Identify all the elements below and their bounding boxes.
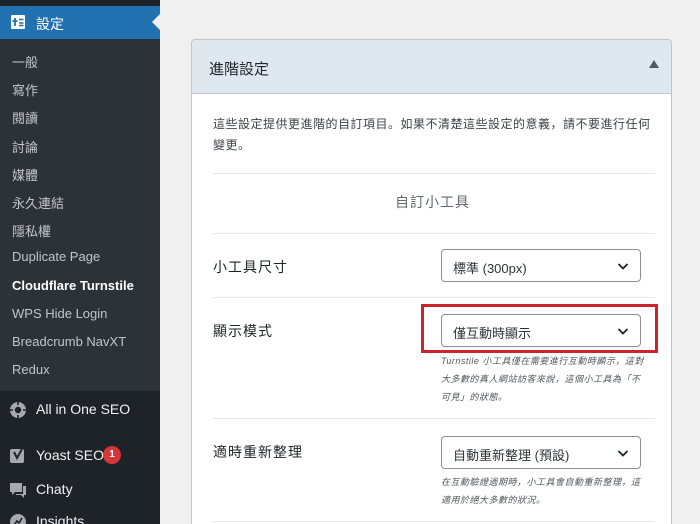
widget-size-select[interactable]: 標準 (300px) (441, 249, 641, 282)
divider (213, 418, 655, 419)
refresh-mode-select[interactable]: 自動重新整理 (預設) (441, 436, 641, 469)
widget-size-label: 小工具尺寸 (213, 259, 288, 275)
display-mode-select[interactable]: 僅互動時顯示 (441, 314, 641, 347)
sidebar-item-label: Insights (36, 513, 85, 524)
panel-description: 這些設定提供更進階的自訂項目。如果不清楚這些設定的意義，請不要進行任何變更。 (213, 117, 651, 152)
settings-submenu: 一般 寫作 閱讀 討論 媒體 永久連結 隱私權 Duplicate Page C… (0, 39, 160, 391)
sidebar-item-chaty[interactable]: Chaty (0, 472, 160, 506)
sidebar-item-settings[interactable]: 設定 (0, 6, 160, 39)
insights-icon (10, 514, 26, 524)
collapse-toggle-icon[interactable] (649, 60, 659, 68)
chevron-down-icon (617, 450, 629, 457)
sidebar-item-label: Yoast SEO (36, 447, 104, 463)
panel-header[interactable]: 進階設定 (192, 40, 671, 94)
divider (213, 173, 655, 174)
submenu-item-reading[interactable]: 閱讀 (12, 108, 38, 127)
submenu-item-writing[interactable]: 寫作 (12, 80, 38, 99)
sidebar-item-yoast-seo[interactable]: Yoast SEO 1 (0, 438, 160, 472)
submenu-item-discussion[interactable]: 討論 (12, 137, 38, 156)
submenu-item-media[interactable]: 媒體 (12, 165, 38, 184)
divider (213, 297, 655, 298)
panel-title: 進階設定 (209, 61, 270, 78)
refresh-mode-hint: 在互動驗證過期時，小工具會自動重新整理，這適用於絕大多數的狀況。 (441, 477, 641, 505)
chevron-down-icon (617, 328, 629, 335)
sidebar-item-label: Chaty (36, 481, 73, 497)
current-menu-notch (152, 14, 160, 30)
select-value: 自動重新整理 (預設) (453, 448, 570, 463)
settings-plus-icon (11, 15, 25, 29)
select-value: 僅互動時顯示 (453, 326, 532, 341)
submenu-item-privacy[interactable]: 隱私權 (12, 221, 51, 240)
display-mode-hint: Turnstile 小工具僅在需要進行互動時顯示，這對大多數的真人網站訪客來說，… (441, 356, 644, 402)
divider (213, 521, 655, 522)
submenu-item-general[interactable]: 一般 (12, 52, 38, 71)
divider (213, 233, 655, 234)
submenu-item-cloudflare-turnstile[interactable]: Cloudflare Turnstile (12, 278, 134, 293)
aioseo-icon (10, 402, 26, 418)
sidebar-item-insights[interactable]: Insights (0, 504, 160, 524)
update-count-badge: 1 (103, 446, 121, 464)
submenu-item-permalinks[interactable]: 永久連結 (12, 193, 64, 212)
submenu-item-breadcrumb-navxt[interactable]: Breadcrumb NavXT (12, 334, 126, 349)
display-mode-label: 顯示模式 (213, 323, 273, 339)
chat-bubble-icon (10, 483, 26, 498)
admin-sidebar: 設定 一般 寫作 閱讀 討論 媒體 永久連結 隱私權 Duplicate Pag… (0, 0, 160, 524)
submenu-item-wps-hide-login[interactable]: WPS Hide Login (12, 306, 107, 321)
section-heading: 自訂小工具 (395, 194, 470, 210)
advanced-settings-panel: 進階設定 這些設定提供更進階的自訂項目。如果不清楚這些設定的意義，請不要進行任何… (191, 39, 672, 524)
sidebar-item-all-in-one-seo[interactable]: All in One SEO (0, 392, 160, 426)
yoast-icon (10, 448, 24, 463)
chevron-down-icon (617, 263, 629, 270)
sidebar-item-label: 設定 (36, 16, 64, 32)
submenu-item-redux[interactable]: Redux (12, 362, 50, 377)
select-value: 標準 (300px) (453, 261, 527, 276)
submenu-item-duplicate-page[interactable]: Duplicate Page (12, 249, 100, 264)
sidebar-item-label: All in One SEO (36, 401, 131, 417)
refresh-mode-label: 適時重新整理 (213, 444, 303, 460)
